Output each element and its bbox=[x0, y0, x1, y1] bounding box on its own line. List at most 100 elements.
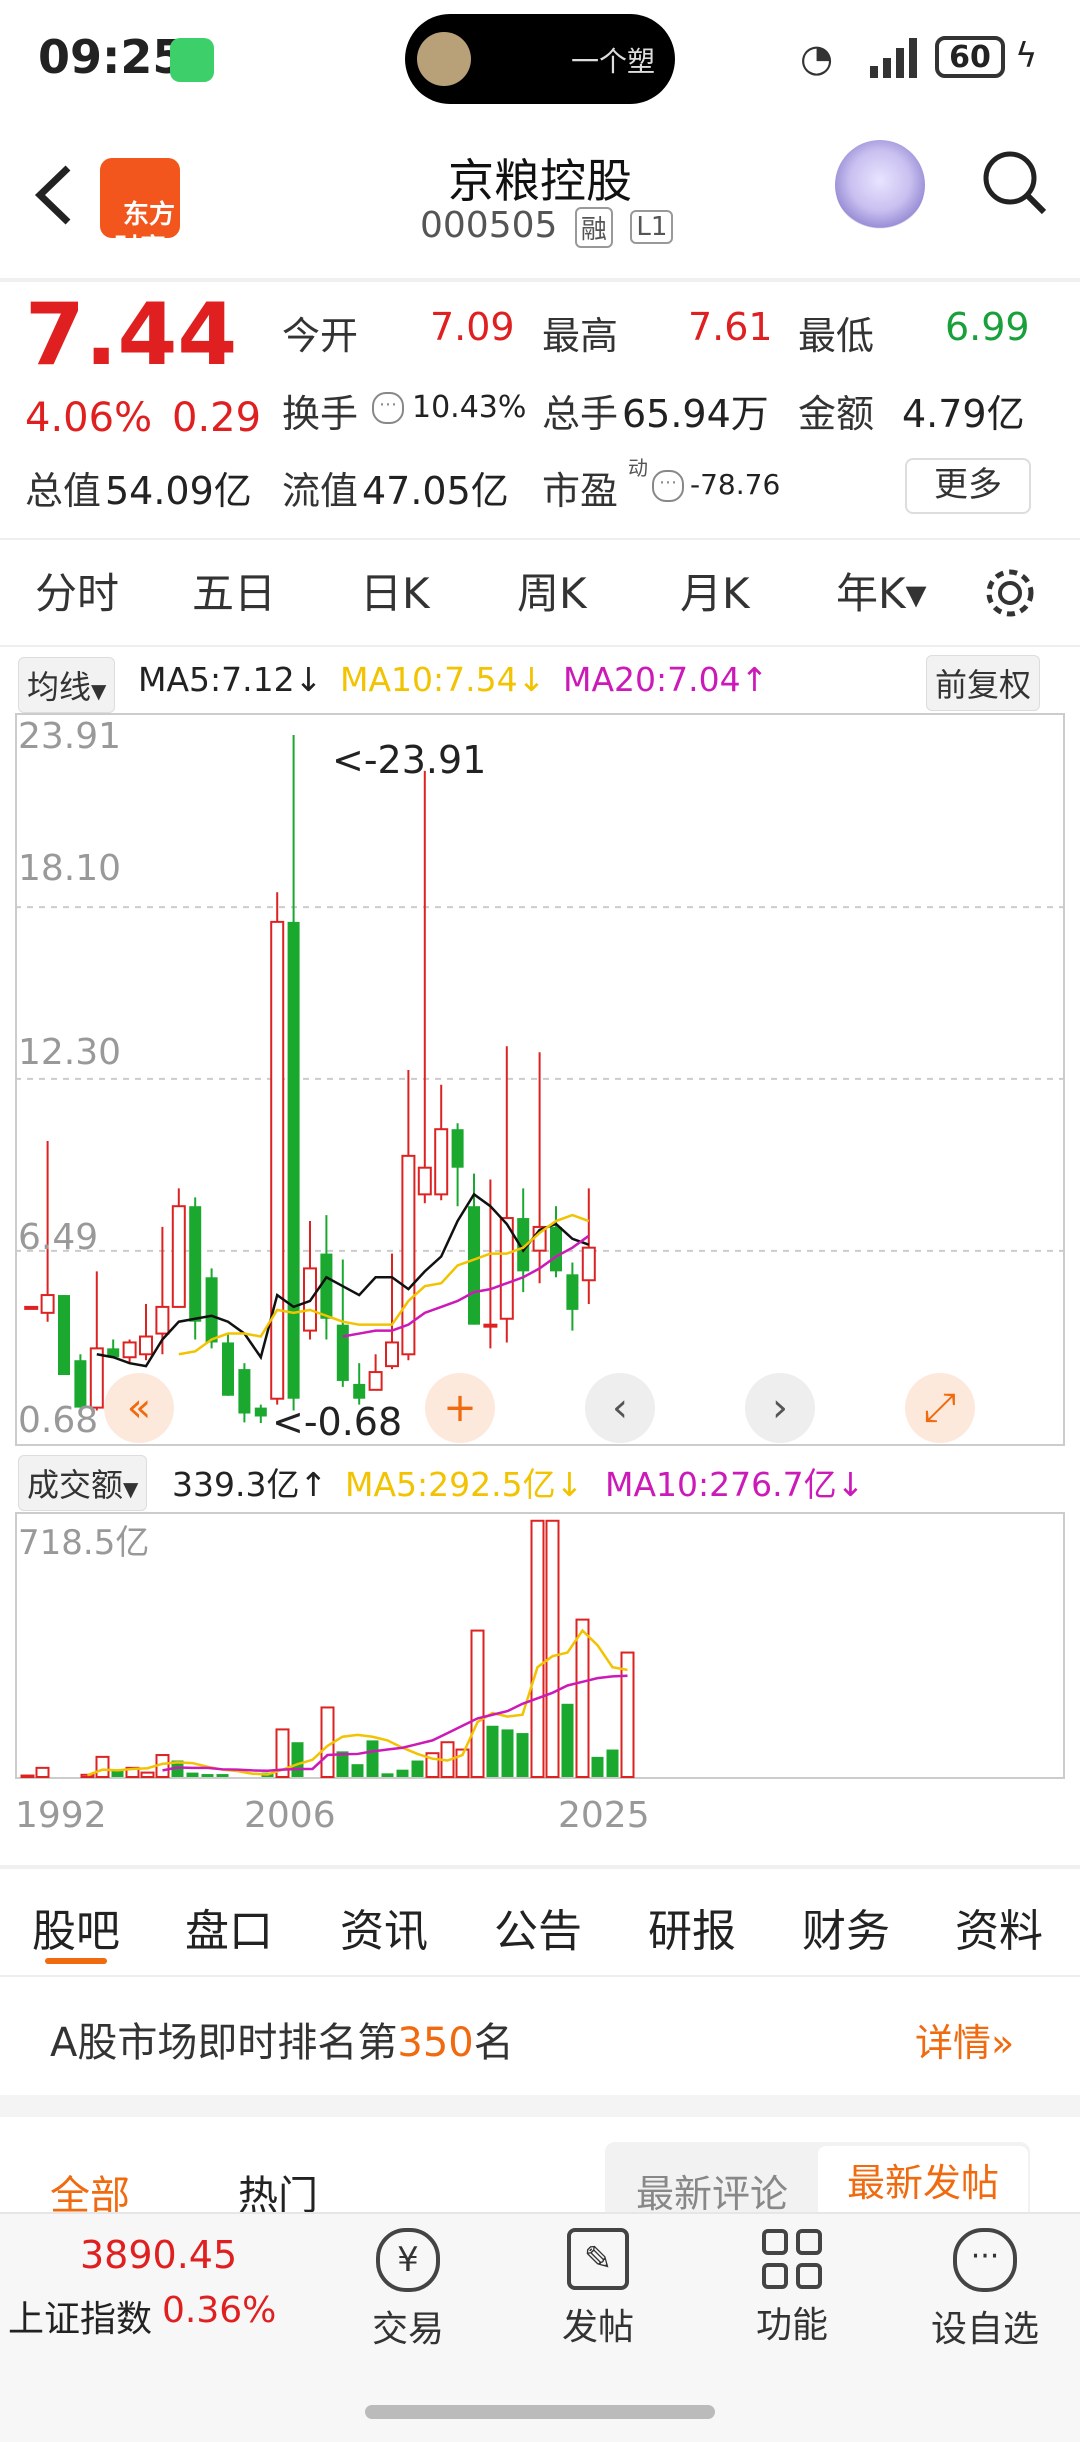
candle bbox=[238, 1363, 251, 1423]
tab-profile[interactable]: 资料 bbox=[955, 1895, 1043, 1959]
volume-ma10-legend: MA10:276.7亿↓ bbox=[605, 1465, 865, 1504]
pe-value: -78.76 bbox=[690, 468, 781, 501]
tab-daily-k[interactable]: 日K bbox=[360, 560, 430, 621]
search-button[interactable] bbox=[980, 148, 1050, 218]
dropdown-icon: ▼ bbox=[123, 1477, 139, 1501]
tab-yearly-k[interactable]: 年K▾ bbox=[836, 560, 927, 621]
kline-chart[interactable] bbox=[15, 713, 1065, 1446]
more-button[interactable]: 更多 bbox=[905, 458, 1031, 514]
battery-level: 60 bbox=[949, 40, 991, 75]
candle bbox=[205, 1268, 218, 1349]
high-annotation: <-23.91 bbox=[332, 738, 487, 782]
sort-latest-post-label: 最新发帖 bbox=[846, 2161, 999, 2205]
nav-functions[interactable]: 功能 bbox=[732, 2228, 852, 2348]
tab-forum-underline bbox=[45, 1958, 107, 1964]
ma-selector[interactable]: 均线▼ bbox=[18, 657, 116, 713]
high-label: 最高 bbox=[542, 314, 619, 358]
nav-post[interactable]: ✎ 发帖 bbox=[538, 2228, 658, 2350]
margin-tag: 融 bbox=[574, 206, 613, 248]
sort-latest-comment[interactable]: 最新评论 bbox=[636, 2163, 788, 2218]
tabs-divider bbox=[0, 645, 1080, 647]
volume-bar bbox=[381, 1773, 394, 1777]
candle-body bbox=[40, 1294, 55, 1314]
rewind-button[interactable]: « bbox=[104, 1373, 174, 1443]
level-tag: L1 bbox=[630, 210, 674, 244]
island-text: 一个塑 bbox=[570, 45, 655, 78]
volume-legend-value: 339.3亿↑ bbox=[172, 1465, 328, 1504]
float-value: 47.05亿 bbox=[362, 469, 509, 513]
tab-research[interactable]: 研报 bbox=[648, 1895, 736, 1959]
volume-bar bbox=[411, 1760, 424, 1777]
volume-bar bbox=[501, 1729, 514, 1777]
nav-watchlist[interactable]: ··· 设自选 bbox=[920, 2228, 1050, 2352]
price-axis-min: 0.68 bbox=[18, 1400, 99, 1441]
ma10-legend: MA10:7.54↓ bbox=[340, 660, 546, 699]
more-dots-icon: ··· bbox=[953, 2228, 1017, 2292]
adjust-button[interactable]: 前复权 bbox=[926, 655, 1041, 711]
volume-bar bbox=[575, 1618, 590, 1778]
volume-bar bbox=[140, 1771, 155, 1778]
open-label: 今开 bbox=[282, 314, 359, 358]
ranking-number: 350 bbox=[397, 2020, 474, 2066]
turnover-info-icon[interactable]: ⋯ bbox=[372, 392, 404, 424]
ranking-prefix: A股市场即时排名第 bbox=[50, 2020, 398, 2066]
candle-body bbox=[451, 1129, 464, 1168]
expand-icon: ⤢ bbox=[924, 1385, 956, 1431]
volume-bar bbox=[561, 1703, 574, 1777]
sort-latest-post[interactable]: 最新发帖 bbox=[818, 2146, 1028, 2220]
price-axis-2: 18.10 bbox=[18, 848, 122, 889]
double-chevron-right-icon: » bbox=[991, 2021, 1015, 2065]
status-time: 09:25 bbox=[38, 30, 185, 84]
ma20-legend: MA20:7.04↑ bbox=[563, 660, 769, 699]
tab-forum[interactable]: 股吧 bbox=[32, 1895, 120, 1959]
tab-five-day[interactable]: 五日 bbox=[192, 560, 276, 621]
notification-icon bbox=[170, 38, 214, 82]
candle-body bbox=[155, 1305, 170, 1335]
pe-info-icon[interactable]: ⋯ bbox=[652, 470, 684, 502]
index-value[interactable]: 3890.45 bbox=[80, 2233, 237, 2277]
open-value: 7.09 bbox=[430, 305, 515, 349]
chart-settings-button[interactable] bbox=[982, 565, 1038, 621]
candle bbox=[58, 1295, 70, 1376]
tab-announcements[interactable]: 公告 bbox=[494, 1895, 582, 1959]
wifi-icon: ◔ bbox=[800, 36, 834, 80]
change-amount: 0.29 bbox=[172, 395, 262, 441]
edit-icon: ✎ bbox=[567, 2228, 629, 2290]
volume-bar bbox=[606, 1749, 619, 1777]
float-label: 流值 bbox=[282, 469, 359, 513]
volume-axis-max: 718.5亿 bbox=[18, 1523, 150, 1563]
candle-body bbox=[336, 1324, 349, 1381]
low-label: 最低 bbox=[798, 314, 875, 358]
nav-post-label: 发帖 bbox=[561, 2307, 634, 2348]
candle-body bbox=[139, 1335, 153, 1356]
signal-icon bbox=[870, 38, 920, 78]
candle-body bbox=[581, 1246, 596, 1282]
candle-body bbox=[320, 1253, 333, 1319]
tab-monthly-k[interactable]: 月K bbox=[680, 560, 750, 621]
dynamic-island: 一个塑 bbox=[405, 14, 675, 104]
header-divider bbox=[0, 278, 1080, 282]
volume-chart[interactable] bbox=[15, 1512, 1065, 1779]
tab-weekly-k[interactable]: 周K bbox=[517, 560, 587, 621]
volume-selector[interactable]: 成交额▼ bbox=[18, 1455, 148, 1511]
index-name[interactable]: 上证指数 bbox=[8, 2290, 152, 2342]
home-indicator bbox=[365, 2405, 715, 2419]
expand-chart-button[interactable]: ⤢ bbox=[905, 1373, 975, 1443]
candle bbox=[270, 892, 285, 1405]
tab-intraday[interactable]: 分时 bbox=[35, 560, 119, 621]
tab-financials[interactable]: 财务 bbox=[802, 1895, 890, 1959]
robot-assistant-icon[interactable] bbox=[835, 140, 925, 230]
candle-body bbox=[222, 1342, 234, 1396]
tab-order-book[interactable]: 盘口 bbox=[185, 1895, 273, 1959]
candle-body bbox=[353, 1383, 366, 1399]
nav-trade[interactable]: ¥ 交易 bbox=[348, 2228, 468, 2352]
add-drawing-button[interactable]: + bbox=[425, 1373, 495, 1443]
volume-ma5-legend: MA5:292.5亿↓ bbox=[345, 1465, 584, 1504]
volume-bar bbox=[201, 1774, 214, 1777]
ranking-row[interactable]: A股市场即时排名第350名 bbox=[50, 2010, 514, 2068]
next-candle-button[interactable]: › bbox=[745, 1373, 815, 1443]
ranking-details-link[interactable]: 详情» bbox=[915, 2012, 1014, 2067]
index-change[interactable]: 0.36% bbox=[162, 2290, 276, 2331]
tab-news[interactable]: 资讯 bbox=[340, 1895, 428, 1959]
prev-candle-button[interactable]: ‹ bbox=[585, 1373, 655, 1443]
